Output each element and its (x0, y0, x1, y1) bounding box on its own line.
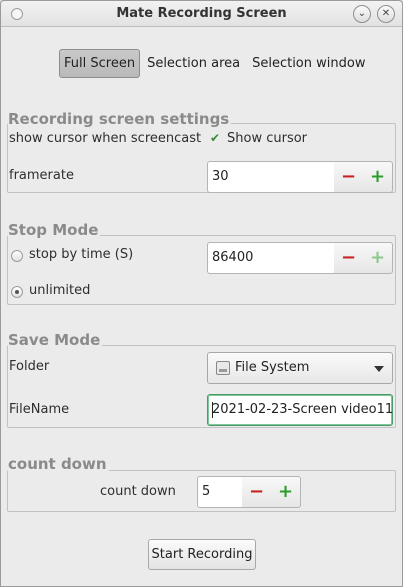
stop-time-increment-button[interactable]: + (363, 242, 393, 274)
tab-full-screen[interactable]: Full Screen (59, 49, 141, 78)
framerate-decrement-button[interactable]: − (334, 161, 364, 193)
close-button[interactable]: ✕ (377, 5, 395, 23)
framerate-increment-button[interactable]: + (363, 161, 393, 193)
app-window: Mate Recording Screen ⌄ ✕ Full Screen Se… (0, 0, 403, 587)
countdown-label: count down (100, 484, 176, 499)
stop-by-time-label[interactable]: stop by time (S) (29, 247, 133, 262)
stop-time-decrement-button[interactable]: − (334, 242, 364, 274)
start-recording-button[interactable]: Start Recording (148, 539, 256, 570)
filename-input[interactable]: 2021-02-23-Screen video11:08 (207, 394, 393, 426)
drive-icon (216, 361, 230, 375)
save-mode-title: Save Mode (8, 331, 103, 349)
recording-mode-tabs: Full Screen Selection area Selection win… (59, 49, 372, 78)
filename-label: FileName (9, 402, 70, 417)
countdown-input[interactable]: 5 (197, 476, 243, 508)
unlimited-radio[interactable] (11, 286, 23, 298)
folder-select-value: File System (235, 360, 310, 375)
folder-select[interactable]: File System (207, 352, 393, 384)
framerate-input[interactable]: 30 (207, 161, 335, 193)
countdown-title: count down (8, 455, 109, 473)
show-cursor-checkbox-label[interactable]: Show cursor (227, 131, 307, 146)
stop-mode-title: Stop Mode (8, 221, 101, 239)
show-cursor-label: show cursor when screencast (9, 131, 202, 146)
minimize-button[interactable]: ⌄ (353, 5, 371, 23)
show-cursor-checkbox[interactable]: ✔ (209, 132, 221, 145)
countdown-decrement-button[interactable]: − (242, 476, 272, 508)
tab-selection-area[interactable]: Selection area (142, 49, 245, 78)
title-bar: Mate Recording Screen ⌄ ✕ (1, 1, 402, 27)
window-title: Mate Recording Screen (116, 6, 287, 21)
folder-label: Folder (9, 359, 50, 374)
stop-by-time-radio[interactable] (11, 250, 23, 262)
stop-time-input[interactable]: 86400 (207, 242, 335, 274)
countdown-increment-button[interactable]: + (271, 476, 301, 508)
recording-settings-title: Recording screen settings (8, 110, 232, 128)
text-cursor (212, 402, 213, 418)
unlimited-label[interactable]: unlimited (29, 283, 90, 298)
tab-selection-window[interactable]: Selection window (247, 49, 370, 78)
dropdown-arrow-icon (374, 366, 384, 372)
framerate-label: framerate (9, 168, 74, 183)
